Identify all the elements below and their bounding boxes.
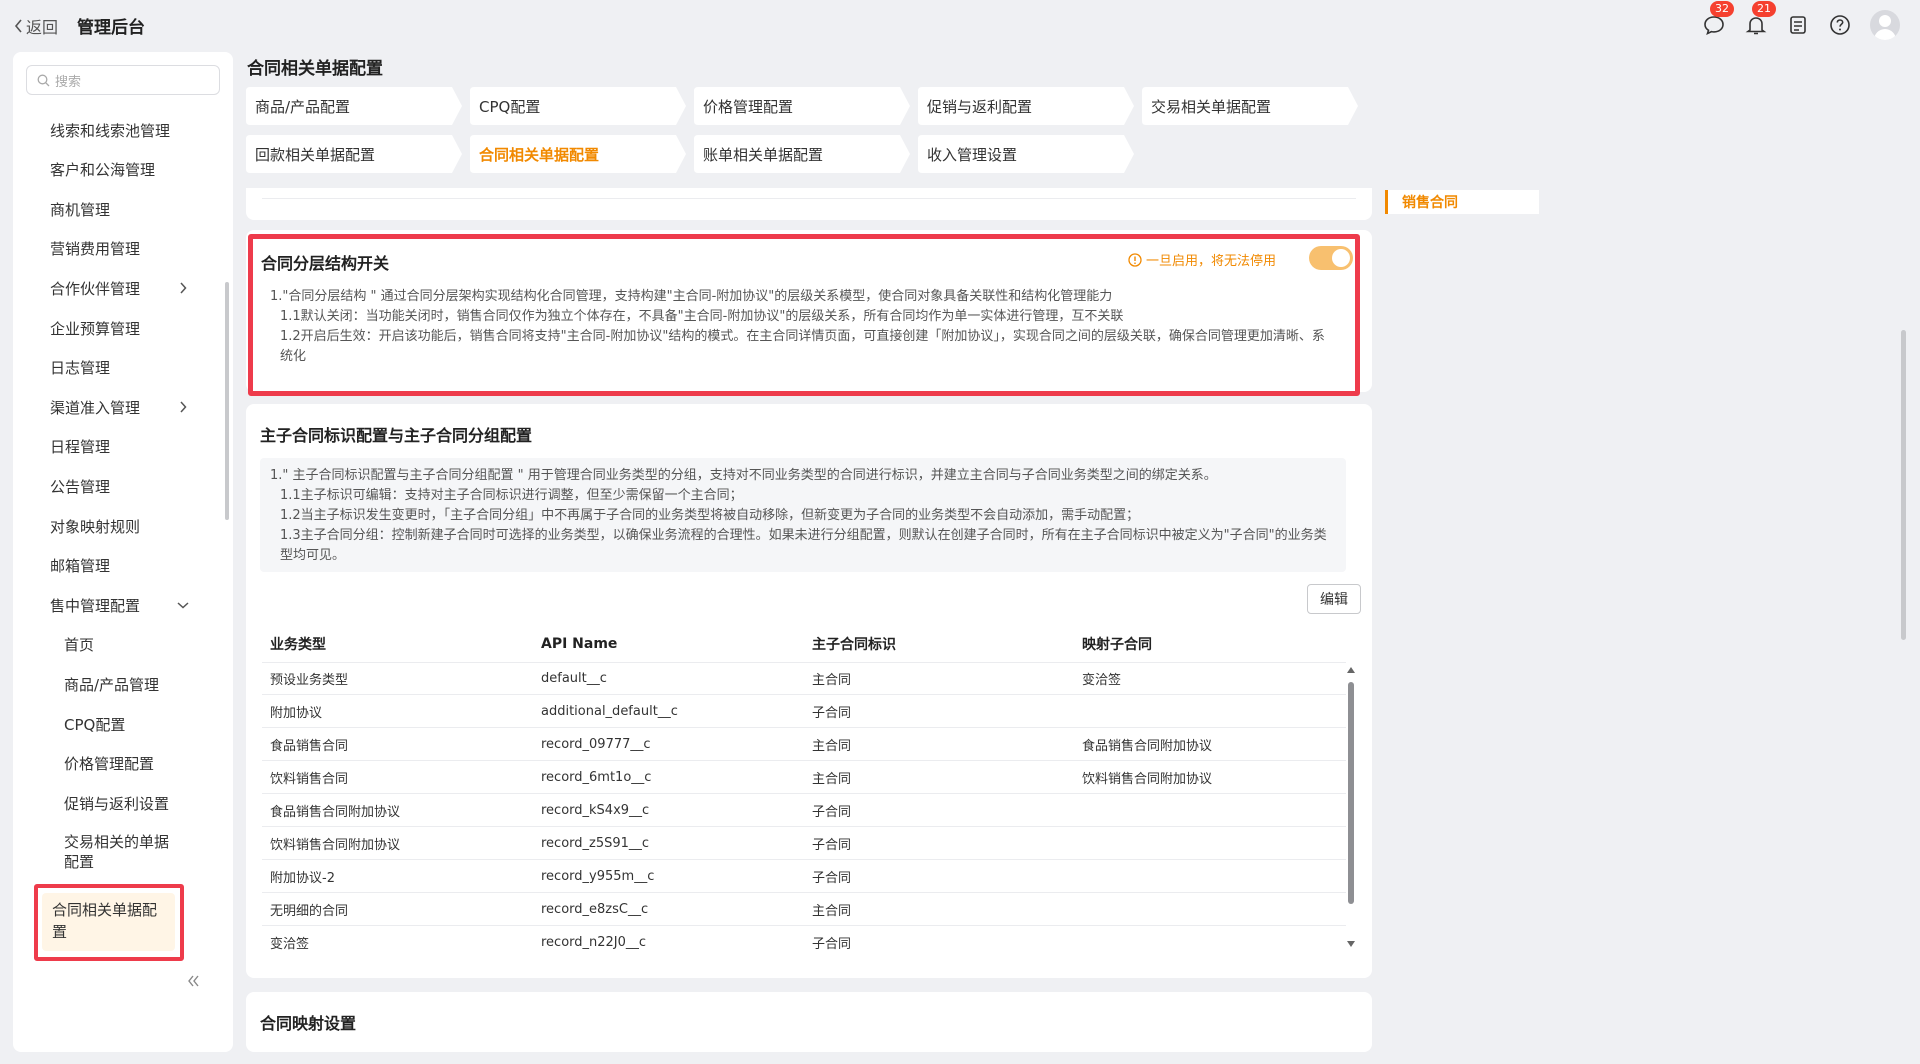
tab-promotions[interactable]: 促销与返利配置 bbox=[918, 87, 1134, 125]
tab-trade-docs[interactable]: 交易相关单据配置 bbox=[1142, 87, 1358, 125]
tab-contract-docs[interactable]: 合同相关单据配置 bbox=[470, 135, 686, 173]
chevron-left-icon bbox=[14, 19, 22, 33]
table-row[interactable]: 附加协议-2 record_y955m__c 子合同 bbox=[262, 860, 1346, 893]
sidebar-subitem-trade-docs[interactable]: 交易相关的单据配置 bbox=[13, 832, 233, 878]
table-scrollbar[interactable] bbox=[1348, 682, 1354, 904]
sidebar-item-leads[interactable]: 线索和线索池管理 bbox=[13, 110, 233, 150]
table-row[interactable]: 饮料销售合同附加协议 record_z5S91__c 子合同 bbox=[262, 827, 1346, 860]
bell-icon bbox=[1745, 17, 1767, 35]
sidebar-item-in-sale-config[interactable]: 售中管理配置 bbox=[13, 585, 233, 625]
notifications-button[interactable]: 21 bbox=[1744, 1, 1776, 37]
tasks-button[interactable] bbox=[1786, 13, 1810, 37]
chevron-down-icon bbox=[173, 595, 193, 615]
collapse-sidebar-icon[interactable] bbox=[185, 973, 201, 989]
sidebar-subitem-products[interactable]: 商品/产品管理 bbox=[13, 664, 233, 704]
table-row[interactable]: 食品销售合同 record_09777__c 主合同 食品销售合同附加协议 bbox=[262, 728, 1346, 761]
sidebar-subitem-pricing[interactable]: 价格管理配置 bbox=[13, 743, 233, 783]
highlight-frame-hierarchy bbox=[248, 234, 1360, 396]
sidebar-item-budget[interactable]: 企业预算管理 bbox=[13, 308, 233, 348]
search-placeholder: 搜索 bbox=[55, 74, 82, 90]
table-row[interactable]: 变洽签 record_n22J0__c 子合同 bbox=[262, 926, 1346, 950]
chat-bubble-icon bbox=[1704, 16, 1724, 36]
avatar[interactable] bbox=[1870, 10, 1900, 40]
column-header-api-name: API Name bbox=[541, 636, 618, 652]
tab-pricing[interactable]: 价格管理配置 bbox=[694, 87, 910, 125]
table-row[interactable]: 附加协议 additional_default__c 子合同 bbox=[262, 695, 1346, 728]
page-scrollbar[interactable] bbox=[1901, 330, 1906, 640]
back-label: 返回 bbox=[26, 18, 59, 37]
mapping-card bbox=[246, 992, 1372, 1052]
clipboard-icon bbox=[1790, 16, 1806, 34]
sidebar-item-schedule[interactable]: 日程管理 bbox=[13, 426, 233, 466]
notifications-badge: 21 bbox=[1752, 1, 1776, 17]
column-header-main-sub-flag: 主子合同标识 bbox=[812, 637, 896, 653]
sidebar-item-announcements[interactable]: 公告管理 bbox=[13, 466, 233, 506]
scroll-down-arrow-icon[interactable] bbox=[1346, 940, 1356, 948]
sidebar-item-partners[interactable]: 合作伙伴管理 bbox=[13, 268, 233, 308]
table-row[interactable]: 无明细的合同 record_e8zsC__c 主合同 bbox=[262, 893, 1346, 926]
help-circle-icon bbox=[1830, 15, 1850, 35]
tab-bill-docs[interactable]: 账单相关单据配置 bbox=[694, 135, 910, 173]
tab-payment-docs[interactable]: 回款相关单据配置 bbox=[246, 135, 462, 173]
identity-table: 预设业务类型 default__c 主合同 变洽签 附加协议 additiona… bbox=[262, 662, 1346, 950]
divider bbox=[262, 198, 1356, 199]
identity-description: 1." 主子合同标识配置与主子合同分组配置 " 用于管理合同业务类型的分组，支持… bbox=[260, 458, 1346, 572]
top-bar: 返回 管理后台 32 21 bbox=[0, 0, 1920, 50]
mapping-title: 合同映射设置 bbox=[260, 1014, 357, 1033]
sidebar-subitem-home[interactable]: 首页 bbox=[13, 624, 233, 664]
table-row[interactable]: 食品销售合同附加协议 record_kS4x9__c 子合同 bbox=[262, 794, 1346, 827]
tab-cpq[interactable]: CPQ配置 bbox=[470, 87, 686, 125]
chevron-right-icon bbox=[173, 397, 193, 417]
table-row[interactable]: 饮料销售合同 record_6mt1o__c 主合同 饮料销售合同附加协议 bbox=[262, 761, 1346, 794]
chevron-right-icon bbox=[173, 278, 193, 298]
sidebar-item-channel-access[interactable]: 渠道准入管理 bbox=[13, 387, 233, 427]
help-button[interactable] bbox=[1828, 13, 1852, 37]
tab-products[interactable]: 商品/产品配置 bbox=[246, 87, 462, 125]
column-header-business-type: 业务类型 bbox=[270, 637, 326, 653]
highlight-frame-sidebar bbox=[34, 884, 184, 961]
scroll-up-arrow-icon[interactable] bbox=[1346, 666, 1356, 674]
sidebar-subitem-promotions[interactable]: 促销与返利设置 bbox=[13, 783, 233, 823]
page-title: 合同相关单据配置 bbox=[247, 59, 383, 79]
tab-revenue[interactable]: 收入管理设置 bbox=[918, 135, 1134, 173]
search-icon bbox=[37, 74, 50, 86]
previous-section-card bbox=[246, 188, 1372, 220]
edit-button[interactable]: 编辑 bbox=[1307, 584, 1361, 614]
anchor-sales-contract[interactable]: 销售合同 bbox=[1385, 190, 1539, 214]
app-title: 管理后台 bbox=[77, 18, 145, 38]
messages-badge: 32 bbox=[1710, 1, 1734, 17]
back-button[interactable]: 返回 bbox=[14, 14, 58, 38]
sidebar-item-customers[interactable]: 客户和公海管理 bbox=[13, 149, 233, 189]
sidebar-item-opportunities[interactable]: 商机管理 bbox=[13, 189, 233, 229]
identity-title: 主子合同标识配置与主子合同分组配置 bbox=[260, 426, 533, 445]
sidebar-subitem-cpq[interactable]: CPQ配置 bbox=[13, 704, 233, 744]
column-header-mapped-sub: 映射子合同 bbox=[1082, 637, 1152, 653]
top-icons: 32 21 bbox=[1702, 1, 1900, 42]
sidebar-item-marketing-costs[interactable]: 营销费用管理 bbox=[13, 228, 233, 268]
sidebar-item-object-mapping[interactable]: 对象映射规则 bbox=[13, 506, 233, 546]
messages-button[interactable]: 32 bbox=[1702, 1, 1734, 37]
search-input[interactable]: 搜索 bbox=[26, 65, 220, 95]
sidebar-item-logs[interactable]: 日志管理 bbox=[13, 347, 233, 387]
sidebar-item-mailbox[interactable]: 邮箱管理 bbox=[13, 545, 233, 585]
table-row[interactable]: 预设业务类型 default__c 主合同 变洽签 bbox=[262, 662, 1346, 695]
